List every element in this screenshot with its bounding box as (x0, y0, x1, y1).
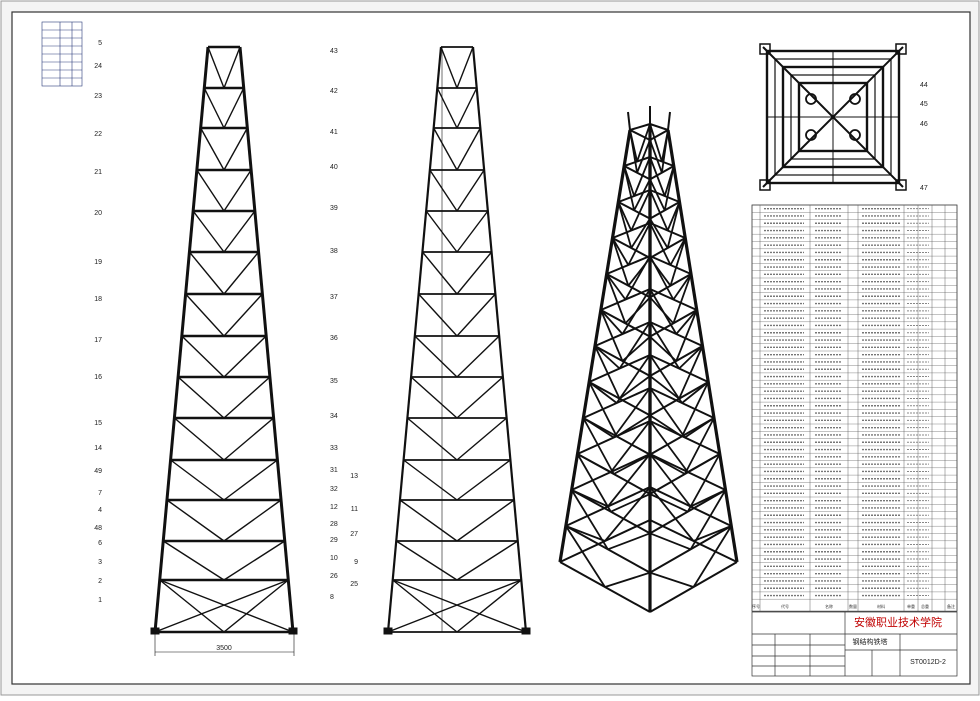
callout-label: 22 (94, 131, 102, 138)
bom-header-label: 总重 (921, 603, 929, 609)
bom-header-label: 材料 (877, 603, 885, 609)
callout-label: 47 (920, 185, 928, 192)
callout-label: 34 (330, 413, 338, 420)
callout-label: 48 (94, 525, 102, 532)
callout-label: 20 (94, 210, 102, 217)
callout-label: 2 (98, 578, 102, 585)
callout-label: 21 (94, 169, 102, 176)
bom-header-label: 数量 (849, 603, 857, 609)
sheet-border (11, 11, 971, 685)
callout-label: 45 (920, 101, 928, 108)
cad-drawing-sheet: 5 24 23 22 21 20 19 18 17 16 15 14 49 7 4 48 6 3 2 1 43 42 41 4… (0, 0, 980, 696)
callout-label: 37 (330, 294, 338, 301)
callout-label: 28 (330, 521, 338, 528)
callout-label: 24 (94, 63, 102, 70)
callout-label: 1 (98, 597, 102, 604)
callout-label: 12 (330, 504, 338, 511)
callout-label: 41 (330, 129, 338, 136)
callout-label: 8 (330, 594, 334, 601)
callout-label: 11 (351, 506, 358, 513)
bom-header-label: 备注 (947, 603, 955, 609)
callout-label: 39 (330, 205, 338, 212)
bom-header-label: 单重 (907, 603, 915, 609)
drawing-number: ST0012D-2 (910, 659, 946, 666)
callout-label: 38 (330, 248, 338, 255)
callout-label: 5 (98, 40, 102, 47)
part-name: 钢结构铁塔 (853, 637, 888, 646)
callout-label: 26 (330, 573, 338, 580)
callout-label: 3 (98, 559, 102, 566)
school-name: 安徽职业技术学院 (854, 615, 942, 629)
callout-label: 49 (94, 468, 102, 475)
callout-label: 7 (98, 490, 102, 497)
callout-label: 18 (94, 296, 102, 303)
callout-label: 29 (330, 537, 338, 544)
callout-label: 13 (350, 473, 358, 480)
callout-label: 15 (94, 420, 102, 427)
callout-label: 27 (350, 531, 358, 538)
callout-label: 6 (98, 540, 102, 547)
callout-label: 40 (330, 164, 338, 171)
callout-label: 25 (350, 581, 358, 588)
callout-label: 32 (330, 486, 338, 493)
callout-label: 10 (330, 555, 338, 562)
callout-label: 23 (94, 93, 102, 100)
callout-label: 43 (330, 48, 338, 55)
callout-label: 9 (354, 559, 358, 566)
bom-header-label: 代号 (781, 603, 789, 609)
callout-label: 46 (920, 121, 928, 128)
callout-label: 44 (920, 82, 928, 89)
bom-header-label: 序号 (752, 603, 760, 609)
callout-label: 16 (94, 374, 102, 381)
callout-label: 4 (98, 507, 102, 514)
callout-label: 42 (330, 88, 338, 95)
callout-label: 33 (330, 445, 338, 452)
callout-label: 19 (94, 259, 102, 266)
dimension-text: 3500 (216, 645, 232, 652)
callout-label: 35 (330, 378, 338, 385)
bom-header-label: 名称 (825, 603, 833, 609)
callout-label: 17 (94, 337, 102, 344)
callout-label: 31 (330, 467, 338, 474)
callout-label: 36 (330, 335, 338, 342)
callout-label: 14 (94, 445, 102, 452)
top-view-tower (759, 43, 907, 191)
